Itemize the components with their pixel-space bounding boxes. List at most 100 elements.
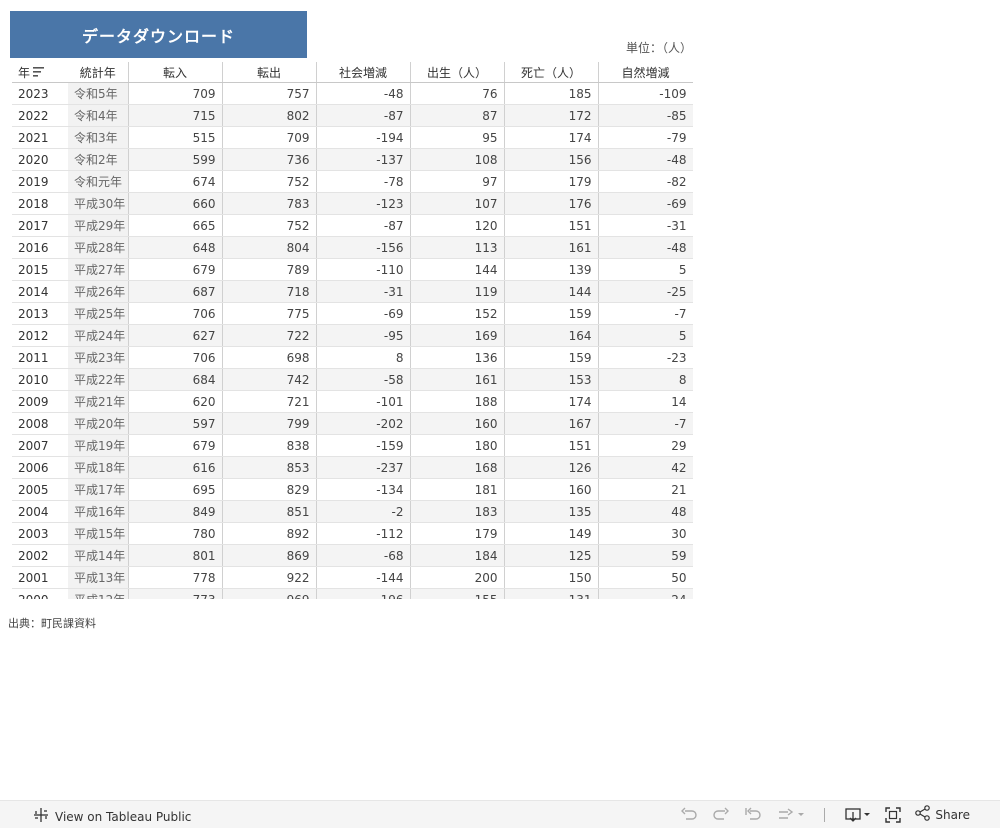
table-row[interactable]: 2011 平成23年 706 698 8 136 159 -23	[12, 346, 693, 369]
cell-era: 平成30年	[68, 192, 128, 215]
undo-icon[interactable]	[680, 807, 698, 823]
cell-births: 95	[410, 126, 505, 149]
table-row[interactable]: 2019 令和元年 674 752 -78 97 179 -82	[12, 170, 693, 193]
cell-era: 平成19年	[68, 434, 128, 457]
cell-year: 2012	[12, 324, 68, 347]
cell-deaths: 126	[504, 456, 599, 479]
column-header-natural-change[interactable]: 自然増減	[598, 62, 693, 83]
cell-births: 161	[410, 368, 505, 391]
table-row[interactable]: 2005 平成17年 695 829 -134 181 160 21	[12, 478, 693, 501]
table-row[interactable]: 2010 平成22年 684 742 -58 161 153 8	[12, 368, 693, 391]
download-icon[interactable]	[845, 807, 871, 823]
column-header-year[interactable]: 年	[12, 62, 68, 83]
cell-move-in: 801	[127, 544, 223, 567]
cell-births: 200	[410, 566, 505, 589]
table-row[interactable]: 2002 平成14年 801 869 -68 184 125 59	[12, 544, 693, 567]
table-row[interactable]: 2014 平成26年 687 718 -31 119 144 -25	[12, 280, 693, 303]
cell-year: 2009	[12, 390, 68, 413]
data-table-container[interactable]: 年 統計年 転入 転出 社会増減 出生（人） 死亡（人） 自然増減 2023 令和…	[12, 62, 693, 599]
table-row[interactable]: 2020 令和2年 599 736 -137 108 156 -48	[12, 148, 693, 171]
sort-descending-icon[interactable]	[33, 66, 45, 80]
table-row[interactable]: 2017 平成29年 665 752 -87 120 151 -31	[12, 214, 693, 237]
cell-natural-change: -25	[598, 280, 693, 303]
cell-move-out: 853	[222, 456, 317, 479]
cell-move-in: 597	[127, 412, 223, 435]
table-row[interactable]: 2006 平成18年 616 853 -237 168 126 42	[12, 456, 693, 479]
table-row[interactable]: 2012 平成24年 627 722 -95 169 164 5	[12, 324, 693, 347]
cell-move-in: 627	[127, 324, 223, 347]
cell-year: 2018	[12, 192, 68, 215]
data-download-button[interactable]: データダウンロード	[10, 11, 307, 58]
cell-era: 平成28年	[68, 236, 128, 259]
cell-move-out: 752	[222, 170, 317, 193]
cell-births: 113	[410, 236, 505, 259]
table-row[interactable]: 2022 令和4年 715 802 -87 87 172 -85	[12, 104, 693, 127]
cell-year: 2004	[12, 500, 68, 523]
column-header-era[interactable]: 統計年	[68, 62, 128, 83]
cell-year: 2007	[12, 434, 68, 457]
cell-era: 平成23年	[68, 346, 128, 369]
column-header-births[interactable]: 出生（人）	[410, 62, 505, 83]
table-row[interactable]: 2007 平成19年 679 838 -159 180 151 29	[12, 434, 693, 457]
table-row[interactable]: 2016 平成28年 648 804 -156 113 161 -48	[12, 236, 693, 259]
cell-births: 108	[410, 148, 505, 171]
cell-year: 2021	[12, 126, 68, 149]
column-header-deaths[interactable]: 死亡（人）	[504, 62, 599, 83]
cell-births: 168	[410, 456, 505, 479]
cell-births: 155	[410, 588, 505, 599]
cell-births: 184	[410, 544, 505, 567]
cell-move-in: 849	[127, 500, 223, 523]
redo-icon[interactable]	[712, 807, 730, 823]
cell-year: 2008	[12, 412, 68, 435]
cell-move-in: 620	[127, 390, 223, 413]
table-row[interactable]: 2004 平成16年 849 851 -2 183 135 48	[12, 500, 693, 523]
cell-year: 2020	[12, 148, 68, 171]
cell-natural-change: 8	[598, 368, 693, 391]
column-header-move-in[interactable]: 転入	[127, 62, 223, 83]
table-row[interactable]: 2003 平成15年 780 892 -112 179 149 30	[12, 522, 693, 545]
cell-deaths: 176	[504, 192, 599, 215]
cell-era: 平成16年	[68, 500, 128, 523]
cell-era: 平成21年	[68, 390, 128, 413]
cell-social-change: -78	[316, 170, 411, 193]
cell-natural-change: 14	[598, 390, 693, 413]
fullscreen-icon[interactable]	[885, 806, 902, 823]
cell-year: 2000	[12, 588, 68, 599]
cell-social-change: -31	[316, 280, 411, 303]
cell-move-in: 660	[127, 192, 223, 215]
cell-natural-change: 5	[598, 258, 693, 281]
column-header-move-out[interactable]: 転出	[222, 62, 317, 83]
table-row[interactable]: 2023 令和5年 709 757 -48 76 185 -109	[12, 82, 693, 105]
column-header-social-change[interactable]: 社会増減	[316, 62, 411, 83]
table-row[interactable]: 2015 平成27年 679 789 -110 144 139 5	[12, 258, 693, 281]
refresh-icon[interactable]	[776, 807, 805, 823]
table-row[interactable]: 2000平成12年773969-19615513124	[12, 588, 693, 599]
table-row[interactable]: 2013 平成25年 706 775 -69 152 159 -7	[12, 302, 693, 325]
cell-era: 平成22年	[68, 368, 128, 391]
table-row[interactable]: 2008 平成20年 597 799 -202 160 167 -7	[12, 412, 693, 435]
table-row[interactable]: 2001 平成13年 778 922 -144 200 150 50	[12, 566, 693, 589]
cell-social-change: -156	[316, 236, 411, 259]
cell-births: 152	[410, 302, 505, 325]
cell-social-change: 8	[316, 346, 411, 369]
cell-natural-change: 30	[598, 522, 693, 545]
cell-deaths: 151	[504, 214, 599, 237]
cell-era: 令和元年	[68, 170, 128, 193]
view-on-tableau-link[interactable]: View on Tableau Public	[33, 807, 191, 826]
cell-deaths: 185	[504, 82, 599, 105]
cell-move-out: 789	[222, 258, 317, 281]
table-row[interactable]: 2009 平成21年 620 721 -101 188 174 14	[12, 390, 693, 413]
cell-move-out: 829	[222, 478, 317, 501]
share-button[interactable]: Share	[915, 805, 970, 824]
table-row[interactable]: 2018 平成30年 660 783 -123 107 176 -69	[12, 192, 693, 215]
cell-deaths: 156	[504, 148, 599, 171]
cell-move-out: 698	[222, 346, 317, 369]
cell-social-change: -68	[316, 544, 411, 567]
revert-icon[interactable]	[744, 807, 762, 823]
cell-social-change: -69	[316, 302, 411, 325]
cell-deaths: 161	[504, 236, 599, 259]
table-row[interactable]: 2021 令和3年 515 709 -194 95 174 -79	[12, 126, 693, 149]
cell-natural-change: -31	[598, 214, 693, 237]
cell-move-in: 687	[127, 280, 223, 303]
cell-era: 平成29年	[68, 214, 128, 237]
